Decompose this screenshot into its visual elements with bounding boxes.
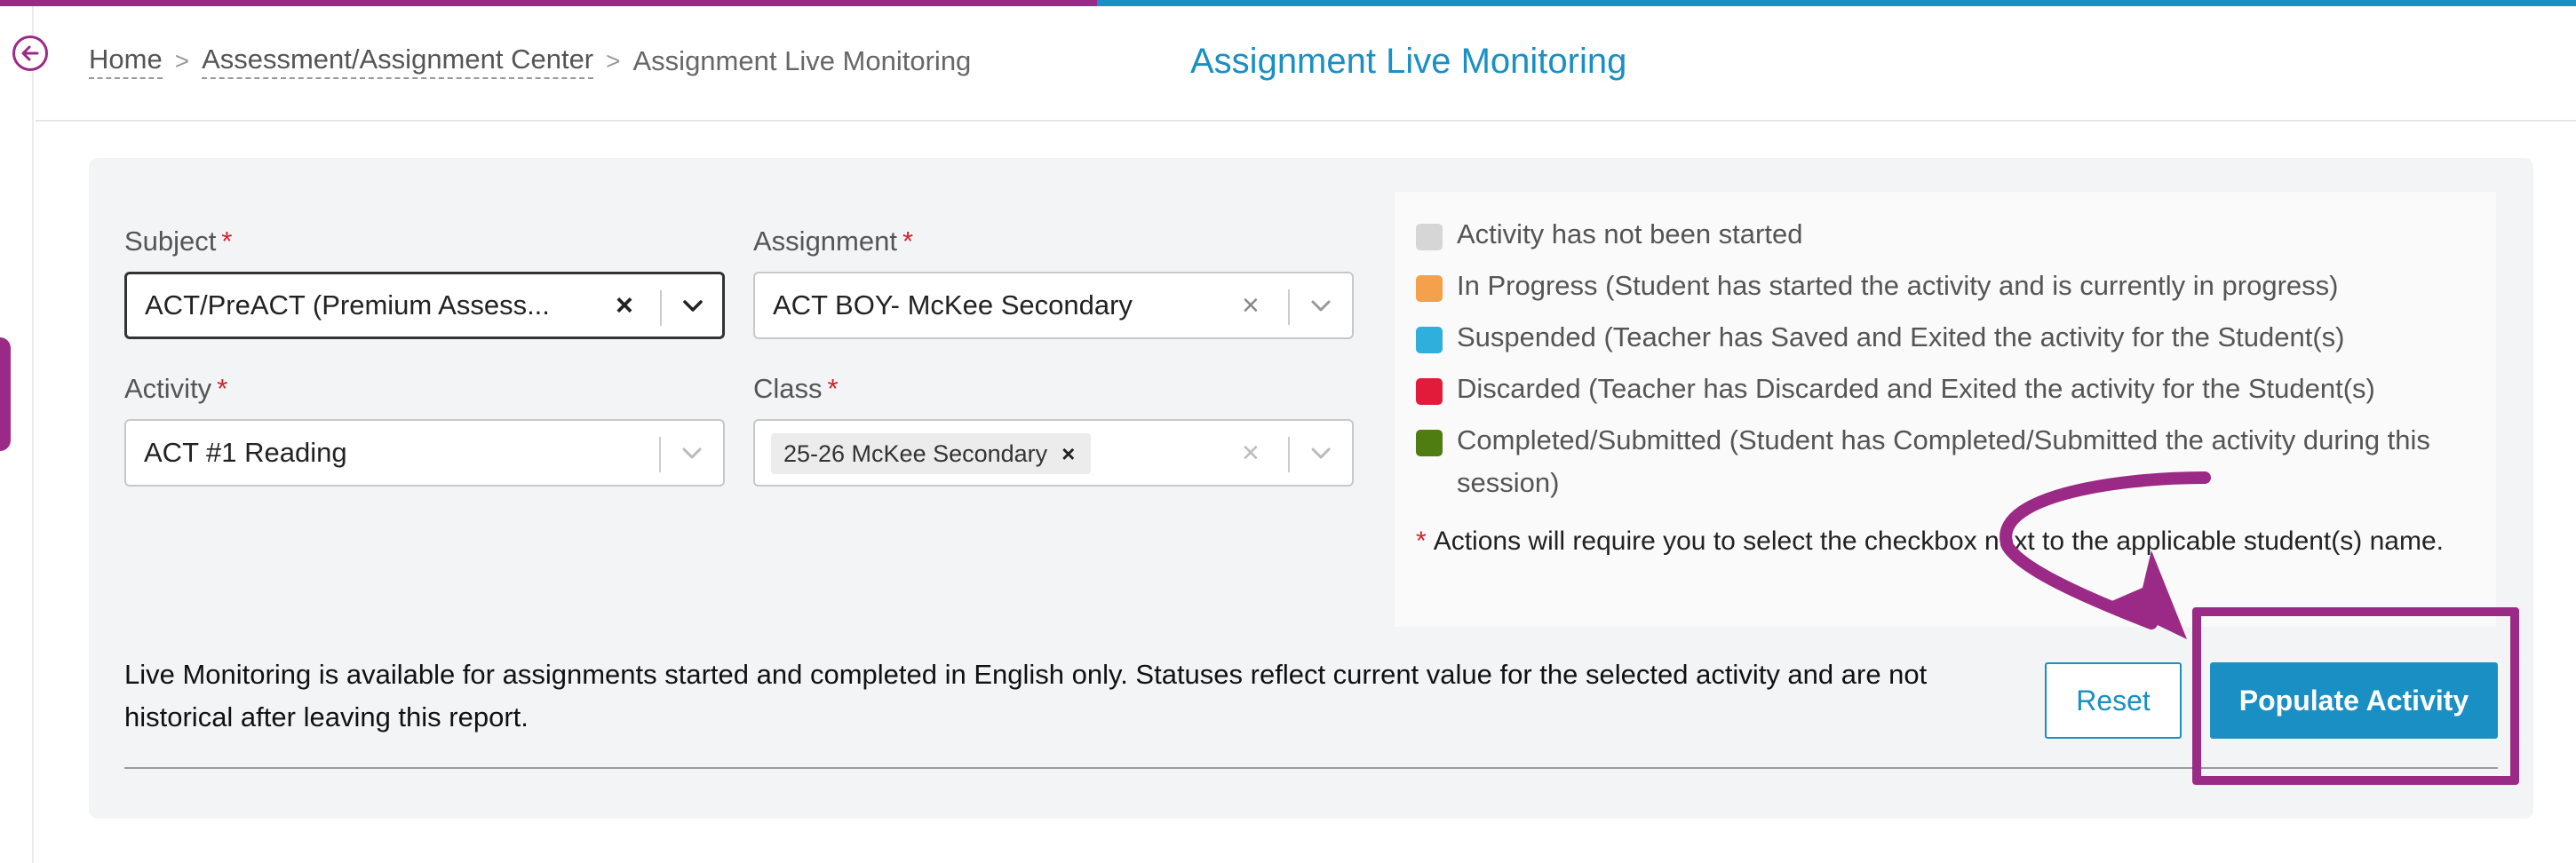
breadcrumb-center-link[interactable]: Assessment/Assignment Center	[202, 44, 594, 79]
subject-select[interactable]: ACT/PreACT (Premium Assess... ×	[124, 272, 725, 339]
legend-text: Activity has not been started	[1457, 218, 1803, 249]
side-drawer-tab[interactable]	[0, 337, 11, 451]
top-accent-bar-magenta	[0, 0, 1097, 6]
chevron-down-icon[interactable]	[1306, 438, 1336, 468]
page-title: Assignment Live Monitoring	[1190, 42, 1627, 81]
legend-item-completed: Completed/Submitted (Student has Complet…	[1416, 424, 2473, 504]
divider	[124, 767, 2498, 769]
subject-label: Subject *	[124, 226, 232, 257]
breadcrumb-separator: >	[174, 47, 190, 75]
top-accent-bar	[0, 0, 2576, 6]
legend-item-discarded: Discarded (Teacher has Discarded and Exi…	[1416, 373, 2375, 410]
required-mark: *	[827, 373, 839, 404]
breadcrumb-home-link[interactable]: Home	[89, 44, 163, 79]
required-mark: *	[217, 373, 228, 404]
activity-select-value: ACT #1 Reading	[144, 437, 347, 468]
tag-remove-icon[interactable]: ×	[1061, 440, 1075, 468]
class-label-text: Class	[753, 373, 823, 404]
status-swatch-discarded	[1416, 378, 1443, 405]
legend-item-in-progress: In Progress (Student has started the act…	[1416, 270, 2338, 307]
status-legend: Activity has not been started In Progres…	[1395, 192, 2496, 627]
status-swatch-suspended	[1416, 327, 1443, 353]
required-mark: *	[902, 226, 914, 257]
activity-label: Activity *	[124, 373, 227, 405]
assignment-clear-icon[interactable]: ×	[1242, 290, 1260, 321]
class-tag: 25-26 McKee Secondary ×	[771, 433, 1092, 474]
chevron-down-icon[interactable]	[678, 290, 708, 321]
required-mark: *	[221, 226, 233, 257]
subject-select-value: ACT/PreACT (Premium Assess...	[145, 289, 550, 321]
actions-note: * Actions will require you to select the …	[1416, 520, 2482, 563]
status-swatch-not-started	[1416, 224, 1443, 250]
top-accent-bar-blue	[1097, 0, 2576, 6]
select-divider	[659, 437, 661, 472]
legend-text: Discarded (Teacher has Discarded and Exi…	[1457, 373, 2375, 404]
reset-button[interactable]: Reset	[2045, 662, 2182, 739]
breadcrumb-separator: >	[606, 47, 621, 75]
select-divider	[660, 290, 662, 326]
page-header: Home > Assessment/Assignment Center > As…	[36, 6, 2576, 122]
class-select[interactable]: 25-26 McKee Secondary × ×	[753, 419, 1354, 487]
class-clear-icon[interactable]: ×	[1242, 438, 1260, 468]
live-monitoring-info: Live Monitoring is available for assignm…	[124, 659, 1928, 732]
breadcrumb-current: Assignment Live Monitoring	[632, 45, 972, 76]
legend-item-suspended: Suspended (Teacher has Saved and Exited …	[1416, 321, 2344, 359]
note-text: Actions will require you to select the c…	[1433, 527, 2444, 556]
select-divider	[1288, 437, 1290, 472]
class-label: Class *	[753, 373, 839, 405]
select-divider	[1288, 289, 1290, 325]
assignment-label: Assignment *	[753, 226, 913, 257]
chevron-down-icon[interactable]	[1306, 290, 1336, 321]
subject-clear-icon[interactable]: ×	[616, 290, 633, 321]
status-swatch-in-progress	[1416, 275, 1443, 302]
legend-text: Suspended (Teacher has Saved and Exited …	[1457, 321, 2345, 352]
breadcrumb: Home > Assessment/Assignment Center > As…	[89, 44, 971, 79]
note-star: *	[1416, 527, 1427, 556]
legend-item-not-started: Activity has not been started	[1416, 218, 1802, 256]
legend-text: In Progress (Student has started the act…	[1457, 270, 2339, 301]
assignment-select[interactable]: ACT BOY- McKee Secondary ×	[753, 272, 1354, 339]
activity-select[interactable]: ACT #1 Reading	[124, 419, 725, 487]
annotation-highlight-box	[2192, 607, 2519, 785]
assignment-select-value: ACT BOY- McKee Secondary	[773, 289, 1133, 321]
status-swatch-completed	[1416, 430, 1443, 456]
assignment-label-text: Assignment	[753, 226, 897, 257]
chevron-down-icon[interactable]	[677, 438, 707, 468]
activity-label-text: Activity	[124, 373, 212, 404]
class-tag-label: 25-26 McKee Secondary	[783, 439, 1048, 467]
subject-label-text: Subject	[124, 226, 217, 257]
